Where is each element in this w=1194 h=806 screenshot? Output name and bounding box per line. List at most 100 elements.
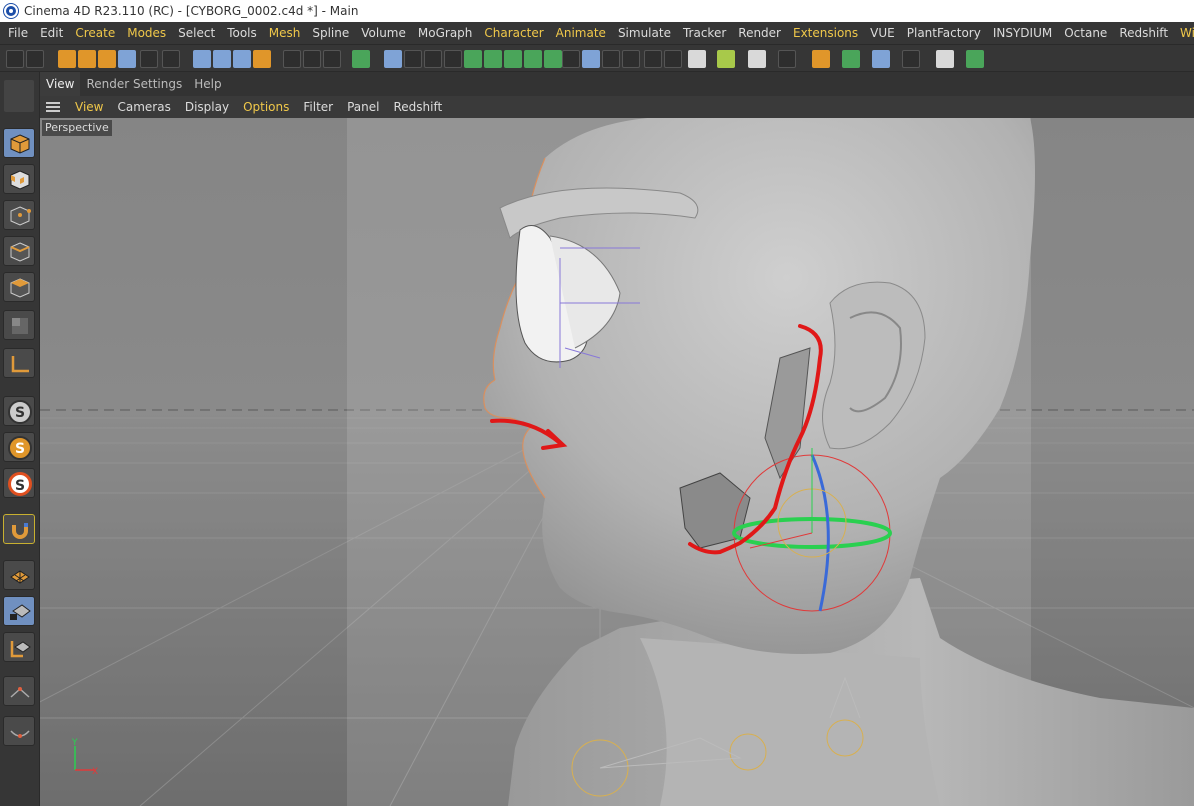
x-axis-lock-icon[interactable] [193, 50, 211, 68]
viewport-menu-panel[interactable]: Panel [340, 96, 386, 118]
crop-icon[interactable] [902, 50, 920, 68]
menu-simulate[interactable]: Simulate [612, 22, 677, 44]
vue-icon[interactable] [748, 50, 766, 68]
menu-render[interactable]: Render [732, 22, 787, 44]
menu-window[interactable]: Window [1174, 22, 1194, 44]
cube-icon[interactable] [384, 50, 402, 68]
menu-volume[interactable]: Volume [355, 22, 412, 44]
snap-off-button[interactable]: S [3, 396, 35, 426]
exposure-icon[interactable] [936, 50, 954, 68]
character-icon[interactable] [544, 50, 562, 68]
magnet-button[interactable] [3, 514, 35, 544]
bulb-icon[interactable] [664, 50, 682, 68]
tweak-button[interactable] [3, 716, 35, 746]
cloner-icon[interactable] [444, 50, 462, 68]
sky-icon[interactable] [524, 50, 542, 68]
render-view-icon[interactable] [283, 50, 301, 68]
field-icon[interactable] [484, 50, 502, 68]
menu-plantfactory[interactable]: PlantFactory [901, 22, 987, 44]
viewport-menu-redshift[interactable]: Redshift [386, 96, 449, 118]
move-icon[interactable] [78, 50, 96, 68]
qr-icon[interactable] [872, 50, 890, 68]
light-icon[interactable] [622, 50, 640, 68]
menu-create[interactable]: Create [69, 22, 121, 44]
world-coordinates-icon[interactable] [253, 50, 271, 68]
polygons-mode-button[interactable] [3, 272, 35, 302]
locked-workplane-button[interactable] [3, 596, 35, 626]
uv-icon [12, 318, 28, 334]
viewport-menu-view[interactable]: View [68, 96, 110, 118]
coordinate-system-icon[interactable] [162, 50, 180, 68]
soft-selection-button[interactable] [3, 676, 35, 706]
menu-tracker[interactable]: Tracker [677, 22, 732, 44]
menu-animate[interactable]: Animate [550, 22, 612, 44]
viewport-scene[interactable]: Y X [40, 118, 1194, 806]
viewport-menu-options[interactable]: Options [236, 96, 296, 118]
menu-edit[interactable]: Edit [34, 22, 69, 44]
subdivision-icon[interactable] [424, 50, 442, 68]
menu-spline[interactable]: Spline [306, 22, 355, 44]
workplane-icon [10, 570, 30, 584]
planar-axis-icon [10, 641, 31, 658]
deformer-icon[interactable] [464, 50, 482, 68]
texture-mode-button[interactable] [3, 164, 35, 194]
viewport-label[interactable]: Perspective [42, 120, 112, 136]
redo-icon[interactable] [26, 50, 44, 68]
viewport-menu-display[interactable]: Display [178, 96, 236, 118]
tab-view[interactable]: View [40, 72, 81, 96]
snap-on-button[interactable]: S [3, 432, 35, 462]
workplane-button[interactable] [3, 560, 35, 590]
menu-extensions[interactable]: Extensions [787, 22, 864, 44]
insydium-icon[interactable] [842, 50, 860, 68]
menu-modes[interactable]: Modes [121, 22, 172, 44]
menu-redshift[interactable]: Redshift [1113, 22, 1174, 44]
joint-icon[interactable] [562, 50, 580, 68]
octane-icon[interactable] [812, 50, 830, 68]
z-axis-lock-icon[interactable] [233, 50, 251, 68]
planar-workplane-button[interactable] [3, 632, 35, 662]
viewport-menu-cameras[interactable]: Cameras [110, 96, 177, 118]
link-icon[interactable] [778, 50, 796, 68]
scale-icon[interactable] [98, 50, 116, 68]
menu-mesh[interactable]: Mesh [263, 22, 307, 44]
cube-mode-icon [10, 134, 30, 154]
recent-tools-icon[interactable] [140, 50, 158, 68]
menu-character[interactable]: Character [478, 22, 549, 44]
snap-settings-button[interactable]: S [3, 468, 35, 498]
camera-icon[interactable] [582, 50, 600, 68]
menu-insydium[interactable]: INSYDIUM [987, 22, 1058, 44]
menu-vue[interactable]: VUE [864, 22, 901, 44]
undo-icon[interactable] [6, 50, 24, 68]
menu-tools[interactable]: Tools [221, 22, 263, 44]
y-axis-lock-icon[interactable] [213, 50, 231, 68]
rotate-icon[interactable] [118, 50, 136, 68]
pen-icon[interactable] [404, 50, 422, 68]
render-picture-viewer-icon[interactable] [303, 50, 321, 68]
emitter-icon[interactable] [688, 50, 706, 68]
live-selection-icon[interactable] [58, 50, 76, 68]
hamburger-menu-icon[interactable] [46, 102, 60, 112]
scene-icon[interactable] [504, 50, 522, 68]
axis-mode-button[interactable] [3, 348, 35, 378]
lock-icon [10, 604, 31, 620]
render-settings-icon[interactable] [323, 50, 341, 68]
perspective-viewport[interactable]: Y X Perspective [40, 118, 1194, 806]
floor-icon[interactable] [602, 50, 620, 68]
menu-select[interactable]: Select [172, 22, 221, 44]
menu-mograph[interactable]: MoGraph [412, 22, 479, 44]
uv-mode-button[interactable] [3, 310, 35, 340]
points-mode-button[interactable] [3, 200, 35, 230]
menu-octane[interactable]: Octane [1058, 22, 1113, 44]
model-icon[interactable] [4, 80, 34, 112]
model-mode-button[interactable] [3, 128, 35, 158]
viewport-menu-bar: View Cameras Display Options Filter Panel Reds… [40, 96, 1194, 118]
tab-help[interactable]: Help [188, 72, 227, 96]
edges-mode-button[interactable] [3, 236, 35, 266]
redshift-proxy-icon[interactable] [966, 50, 984, 68]
viewport-menu-filter[interactable]: Filter [296, 96, 340, 118]
tab-render-settings[interactable]: Render Settings [80, 72, 188, 96]
menu-file[interactable]: File [2, 22, 34, 44]
redshift-icon[interactable] [352, 50, 370, 68]
plant-icon[interactable] [717, 50, 735, 68]
tag-icon[interactable] [644, 50, 662, 68]
